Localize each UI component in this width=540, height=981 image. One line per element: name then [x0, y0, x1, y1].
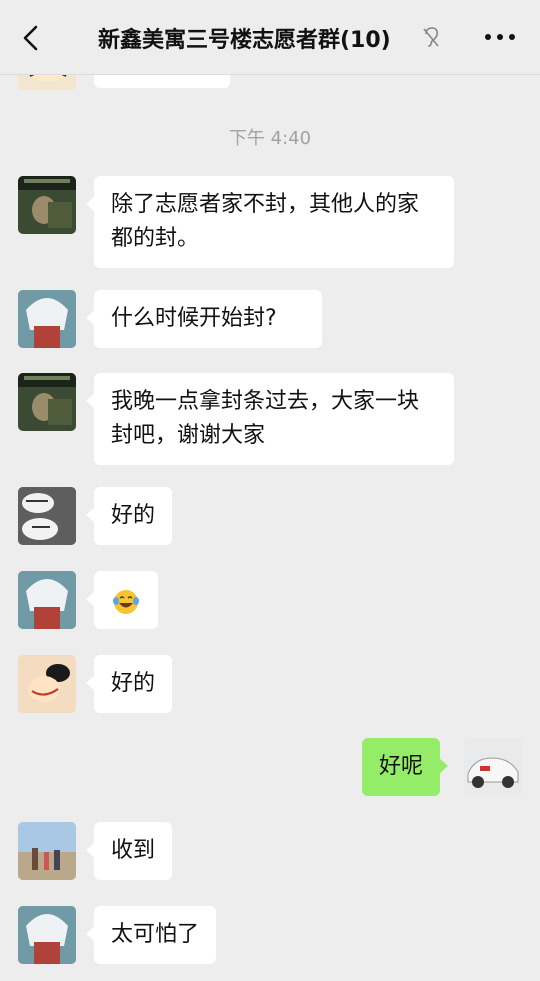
message-text: 好的	[111, 671, 156, 696]
mute-ear-icon	[423, 27, 439, 47]
timestamp: 下午 4:40	[228, 128, 312, 149]
avatar[interactable]	[18, 176, 76, 234]
avatar[interactable]	[18, 822, 76, 880]
avatar-self[interactable]	[464, 738, 522, 796]
message-text: 什么时候开始封?	[111, 306, 277, 331]
avatar[interactable]	[18, 290, 76, 348]
chat-title: 新鑫美寓三号楼志愿者群(10)	[98, 28, 391, 53]
avatar[interactable]	[18, 571, 76, 629]
message-bubble: 收到	[85, 822, 173, 880]
avatar[interactable]	[18, 487, 76, 545]
message-bubble: 好的	[85, 655, 173, 713]
message-text: 太可怕了	[111, 922, 200, 947]
message-bubble	[86, 571, 158, 629]
message-text: 除了志愿者家不封，其他人的家都的封。	[111, 192, 420, 251]
message-text: 收到	[111, 838, 156, 863]
message-bubble: 除了志愿者家不封，其他人的家都的封。	[86, 176, 454, 268]
message-text: 我晚一点拿封条过去，大家一块封吧，谢谢大家	[111, 389, 420, 448]
more-dots-icon[interactable]	[483, 28, 517, 46]
avatar[interactable]	[18, 906, 76, 964]
avatar[interactable]	[18, 373, 76, 431]
message-bubble: 太可怕了	[85, 906, 217, 964]
chat-header: 新鑫美寓三号楼志愿者群(10)	[0, 0, 540, 75]
message-bubble: 好的	[85, 487, 173, 545]
back-icon[interactable]	[16, 22, 48, 54]
message-bubble: 什么时候开始封?	[86, 290, 322, 348]
message-text: 好的	[111, 503, 156, 528]
message-text: 好呢	[379, 754, 424, 779]
message-bubble-self: 好呢	[362, 738, 449, 796]
laughing-tears-emoji-icon	[113, 590, 139, 614]
message-bubble: 我晚一点拿封条过去，大家一块封吧，谢谢大家	[86, 373, 454, 465]
avatar[interactable]	[18, 655, 76, 713]
